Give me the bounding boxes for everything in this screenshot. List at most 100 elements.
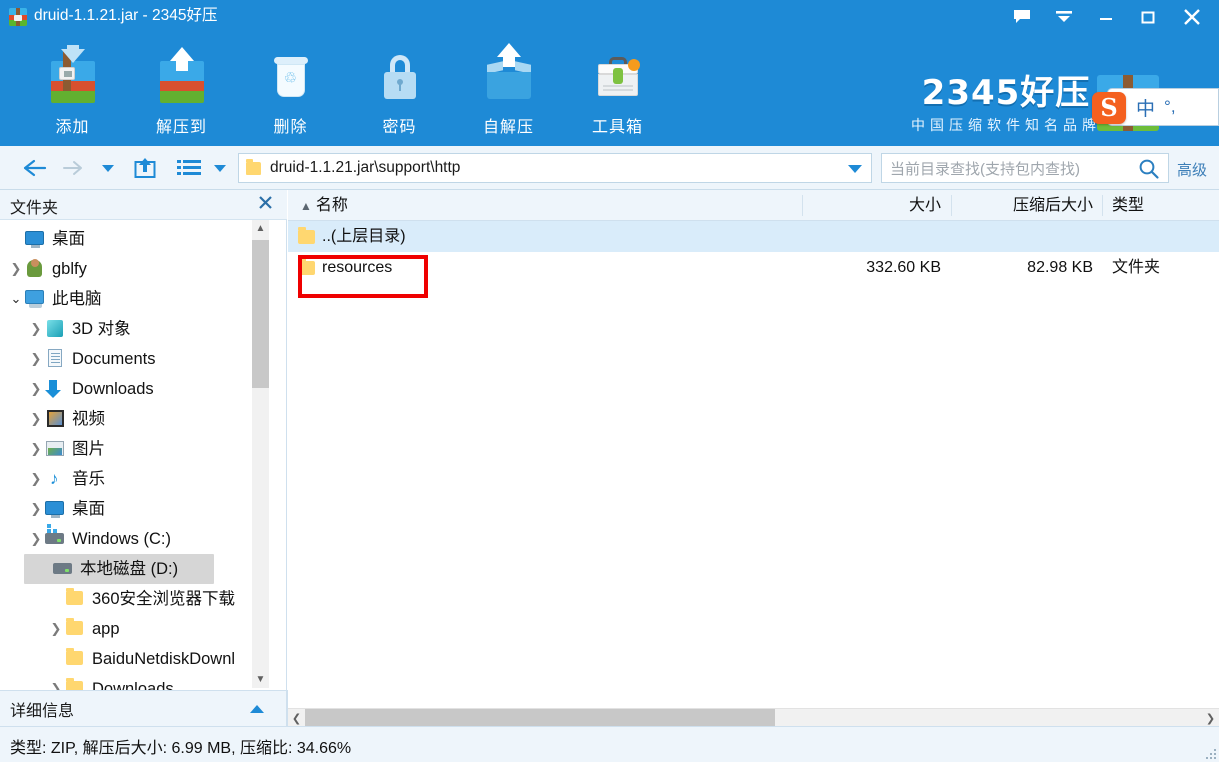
tree-item-9[interactable]: ❯ 桌面 xyxy=(0,494,270,524)
details-label: 详细信息 xyxy=(10,703,75,720)
tree-item-label: Downloads xyxy=(92,680,174,690)
scroll-right-button[interactable]: ❯ xyxy=(1202,709,1219,727)
monitor-icon xyxy=(24,229,46,249)
column-header-size[interactable]: 大小 xyxy=(803,190,952,221)
toolbar-label: 删除 xyxy=(273,119,308,136)
tree-item-label: Downloads xyxy=(72,380,154,398)
chevron-right-icon[interactable]: ❯ xyxy=(28,351,44,367)
file-list-body: ..(上层目录) resources 332.60 KB 82.98 KB 文件… xyxy=(288,221,1219,690)
search-icon[interactable] xyxy=(1138,158,1160,185)
toolbar-buttons: 添加 解压到 ♲ 删除 密码 自解压 工具箱 xyxy=(18,37,672,141)
ime-punctuation-toggle[interactable]: °, xyxy=(1164,97,1176,117)
search-box[interactable]: 当前目录查找(支持包内查找) xyxy=(881,153,1169,183)
scrollbar-thumb[interactable] xyxy=(305,709,775,727)
tree-item-2[interactable]: ⌄ 此电脑 xyxy=(0,284,270,314)
table-row[interactable]: ..(上层目录) xyxy=(288,221,1219,252)
tree-item-12[interactable]: 360安全浏览器下载 xyxy=(0,584,270,614)
tree-item-15[interactable]: ❯ Downloads xyxy=(0,674,270,690)
tree-item-11[interactable]: ⌄本地磁盘 (D:) xyxy=(24,554,214,584)
scroll-down-button[interactable]: ▼ xyxy=(252,671,269,688)
chevron-right-icon[interactable]: ❯ xyxy=(48,621,64,637)
tree-item-6[interactable]: ❯ 视频 xyxy=(0,404,270,434)
feedback-button[interactable] xyxy=(1001,0,1043,33)
tree-vertical-scrollbar[interactable]: ▲ ▼ xyxy=(252,220,269,688)
toolbar-button-add[interactable]: 添加 xyxy=(18,37,127,141)
view-mode-button[interactable] xyxy=(172,152,206,184)
folder-icon xyxy=(298,257,315,275)
chevron-right-icon[interactable]: ❯ xyxy=(28,381,44,397)
tree-item-4[interactable]: ❯ Documents xyxy=(0,344,270,374)
chevron-right-icon[interactable]: ❯ xyxy=(48,681,64,690)
advanced-search-link[interactable]: 高级 xyxy=(1177,159,1207,180)
toolbar-button-extract-to[interactable]: 解压到 xyxy=(127,37,236,141)
up-one-level-button[interactable] xyxy=(128,152,162,184)
chevron-right-icon[interactable]: ❯ xyxy=(28,321,44,337)
self-extract-icon xyxy=(481,43,537,105)
scroll-up-button[interactable]: ▲ xyxy=(252,220,269,237)
search-input[interactable]: 当前目录查找(支持包内查找) xyxy=(890,158,1080,179)
ime-mode-chinese[interactable]: 中 xyxy=(1136,94,1155,121)
tree-item-label: Windows (C:) xyxy=(72,530,172,548)
chevron-right-icon[interactable]: ❯ xyxy=(28,441,44,457)
toolbar-button-self-extract[interactable]: 自解压 xyxy=(454,37,563,141)
view-mode-dropdown-button[interactable] xyxy=(208,152,232,184)
tree-item-8[interactable]: ❯ ♪ 音乐 xyxy=(0,464,270,494)
sogou-ime-bar[interactable]: S 中 °, xyxy=(1092,88,1219,126)
toolbar-button-password[interactable]: 密码 xyxy=(345,37,454,141)
toolbar-label: 解压到 xyxy=(155,119,207,136)
scrollbar-thumb[interactable] xyxy=(252,240,269,388)
maximize-button[interactable] xyxy=(1127,0,1169,33)
menu-dropdown-button[interactable] xyxy=(1043,0,1085,33)
video-icon xyxy=(44,409,66,429)
file-list-horizontal-scrollbar[interactable]: ❮ ❯ xyxy=(288,708,1219,727)
system-drive-icon xyxy=(44,529,66,549)
tree-item-7[interactable]: ❯ 图片 xyxy=(0,434,270,464)
tree-item-3[interactable]: ❯ 3D 对象 xyxy=(0,314,270,344)
chevron-down-icon[interactable]: ⌄ xyxy=(8,291,24,307)
cell-name: resources xyxy=(288,252,392,283)
close-icon[interactable] xyxy=(258,195,273,215)
cell-type xyxy=(1103,221,1219,252)
pc-icon xyxy=(24,289,46,309)
cell-packed-size: 82.98 KB xyxy=(1027,259,1093,276)
scroll-left-button[interactable]: ❮ xyxy=(288,709,305,727)
column-label: 压缩后大小 xyxy=(1012,197,1093,214)
chevron-right-icon[interactable]: ❯ xyxy=(8,261,24,277)
chevron-right-icon[interactable]: ❯ xyxy=(28,471,44,487)
close-button[interactable] xyxy=(1169,0,1215,33)
tree-item-0[interactable]: 桌面 xyxy=(0,224,270,254)
column-header-type[interactable]: 类型 xyxy=(1103,190,1219,221)
tree-item-5[interactable]: ❯ Downloads xyxy=(0,374,270,404)
column-header-packed-size[interactable]: 压缩后大小 xyxy=(952,190,1103,221)
history-dropdown-button[interactable] xyxy=(96,152,120,184)
title-bar: druid-1.1.21.jar - 2345好压 xyxy=(0,0,1219,33)
minimize-button[interactable] xyxy=(1085,0,1127,33)
tree-item-10[interactable]: ❯ Windows (C:) xyxy=(0,524,270,554)
chevron-up-icon[interactable] xyxy=(250,705,264,713)
table-row[interactable]: resources 332.60 KB 82.98 KB 文件夹 xyxy=(288,252,1219,283)
tree-item-label: 桌面 xyxy=(72,500,105,518)
address-bar[interactable]: druid-1.1.21.jar\support\http xyxy=(238,153,872,183)
chevron-right-icon[interactable]: ❯ xyxy=(28,411,44,427)
chevron-down-icon[interactable] xyxy=(848,165,862,173)
toolbar-button-toolbox[interactable]: 工具箱 xyxy=(563,37,672,141)
back-button[interactable] xyxy=(18,152,52,184)
tree-item-14[interactable]: BaiduNetdiskDownl xyxy=(0,644,270,674)
tree-item-1[interactable]: ❯ gblfy xyxy=(0,254,270,284)
folder-tree-panel: 文件夹 桌面 ❯ gblfy ⌄ 此电脑 ❯ 3D 对象 ❯ Documents ❯ Downloa… xyxy=(0,190,287,690)
forward-button[interactable] xyxy=(58,152,88,184)
details-panel-header[interactable]: 详细信息 xyxy=(0,690,287,726)
documents-icon xyxy=(44,349,66,369)
resize-grip[interactable] xyxy=(1206,749,1216,759)
sort-ascending-icon: ▲ xyxy=(300,199,312,213)
folder-icon xyxy=(64,588,86,609)
tree-item-label: app xyxy=(92,620,120,638)
tree-item-13[interactable]: ❯ app xyxy=(0,614,270,644)
user-icon xyxy=(24,259,46,279)
chevron-right-icon[interactable]: ❯ xyxy=(28,501,44,517)
main-toolbar: 添加 解压到 ♲ 删除 密码 自解压 工具箱 2345好压 中国压缩软件知名品牌… xyxy=(0,33,1219,146)
status-bar: 类型: ZIP, 解压后大小: 6.99 MB, 压缩比: 34.66% xyxy=(0,726,1219,762)
column-header-name[interactable]: ▲ 名称 xyxy=(288,190,803,221)
toolbar-button-delete[interactable]: ♲ 删除 xyxy=(236,37,345,141)
chevron-right-icon[interactable]: ❯ xyxy=(28,531,44,547)
